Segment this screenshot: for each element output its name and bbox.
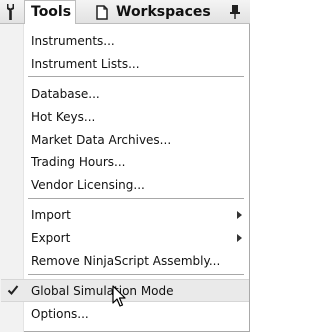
checkmark-icon [7,284,19,296]
workspaces-menu-label: Workspaces [116,4,211,20]
menu-item-label: Vendor Licensing... [31,178,145,192]
menu-item-label: Hot Keys... [31,110,96,124]
submenu-arrow-icon [237,234,242,242]
document-icon [96,0,110,24]
menu-item-market-data-archives[interactable]: Market Data Archives... [31,130,171,150]
menu-item-hot-keys[interactable]: Hot Keys... [31,107,95,127]
menu-item-label: Options... [31,307,89,321]
menu-item-trading-hours[interactable]: Trading Hours... [31,152,125,172]
wrench-icon [4,0,22,24]
menu-item-instruments[interactable]: Instruments... [31,31,115,51]
menu-separator [28,76,244,77]
menu-bar: Tools Workspaces [0,0,250,25]
menu-item-label: Import [31,208,71,222]
menu-item-label: Global Simulation Mode [31,284,174,298]
tools-menu-label: Tools [31,4,72,20]
tools-menu-button[interactable]: Tools [31,0,71,24]
menu-item-label: Export [31,231,71,245]
menu-item-label: Market Data Archives... [31,133,172,147]
menu-item-database[interactable]: Database... [31,84,100,104]
submenu-arrow-icon [237,211,242,219]
menu-separator [28,198,244,199]
menu-item-instrument-lists[interactable]: Instrument Lists... [31,54,140,74]
menu-item-label: Instruments... [31,34,115,48]
menu-separator [28,274,244,275]
pin-icon[interactable] [228,0,244,24]
menu-item-label: Trading Hours... [31,155,126,169]
menu-item-label: Instrument Lists... [31,57,140,71]
menu-item-label: Database... [31,87,100,101]
menu-item-options[interactable]: Options... [31,304,89,324]
menu-item-import[interactable]: Import [31,205,71,225]
menu-item-label: Remove NinjaScript Assembly... [31,254,221,268]
menu-item-export[interactable]: Export [31,228,70,248]
mouse-pointer-icon [112,285,128,309]
menu-item-remove-ninjascript-assembly[interactable]: Remove NinjaScript Assembly... [31,251,220,271]
menu-item-vendor-licensing[interactable]: Vendor Licensing... [31,175,145,195]
workspaces-menu-button[interactable]: Workspaces [116,0,211,24]
menu-item-global-simulation-mode[interactable]: Global Simulation Mode [31,281,174,301]
